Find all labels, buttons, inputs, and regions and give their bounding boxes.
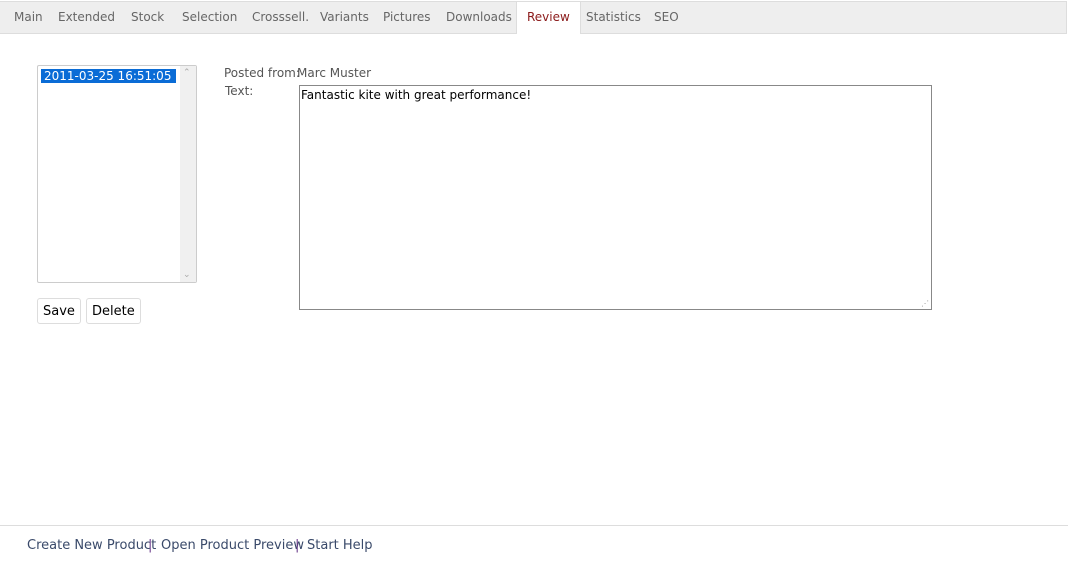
- review-list-item[interactable]: 2011-03-25 16:51:05: [41, 69, 176, 83]
- tab-crosssell[interactable]: Crosssell.: [252, 2, 309, 33]
- review-text-area[interactable]: Fantastic kite with great performance! ⋰: [299, 85, 932, 310]
- posted-from-label: Posted from:: [224, 66, 300, 80]
- text-label: Text:: [225, 84, 254, 98]
- open-product-preview-link[interactable]: Open Product Preview: [161, 538, 304, 553]
- delete-button[interactable]: Delete: [86, 298, 141, 324]
- footer: Create New Product | Open Product Previe…: [0, 525, 1068, 565]
- tab-pictures[interactable]: Pictures: [383, 2, 431, 33]
- tab-stock[interactable]: Stock: [131, 2, 164, 33]
- resize-grip-icon[interactable]: ⋰: [921, 299, 929, 308]
- posted-from-value: Marc Muster: [297, 66, 372, 80]
- tab-review[interactable]: Review: [516, 2, 581, 34]
- review-list[interactable]: 2011-03-25 16:51:05 ⌃ ⌄: [37, 65, 197, 283]
- save-button[interactable]: Save: [37, 298, 81, 324]
- tab-statistics[interactable]: Statistics: [586, 2, 641, 33]
- tab-downloads[interactable]: Downloads: [446, 2, 512, 33]
- review-text: Fantastic kite with great performance!: [301, 88, 532, 102]
- footer-separator: |: [295, 538, 300, 553]
- chevron-up-icon[interactable]: ⌃: [183, 68, 191, 78]
- tab-bar: Main Extended Stock Selection Crosssell.…: [0, 1, 1067, 34]
- footer-separator: |: [148, 538, 153, 553]
- tab-selection[interactable]: Selection: [182, 2, 237, 33]
- create-new-product-link[interactable]: Create New Product: [27, 538, 156, 553]
- chevron-down-icon[interactable]: ⌄: [183, 270, 191, 280]
- tab-main[interactable]: Main: [14, 2, 43, 33]
- start-help-link[interactable]: Start Help: [307, 538, 373, 553]
- tab-variants[interactable]: Variants: [320, 2, 369, 33]
- list-scrollbar[interactable]: ⌃ ⌄: [180, 66, 196, 282]
- tab-extended[interactable]: Extended: [58, 2, 115, 33]
- tab-seo[interactable]: SEO: [654, 2, 679, 33]
